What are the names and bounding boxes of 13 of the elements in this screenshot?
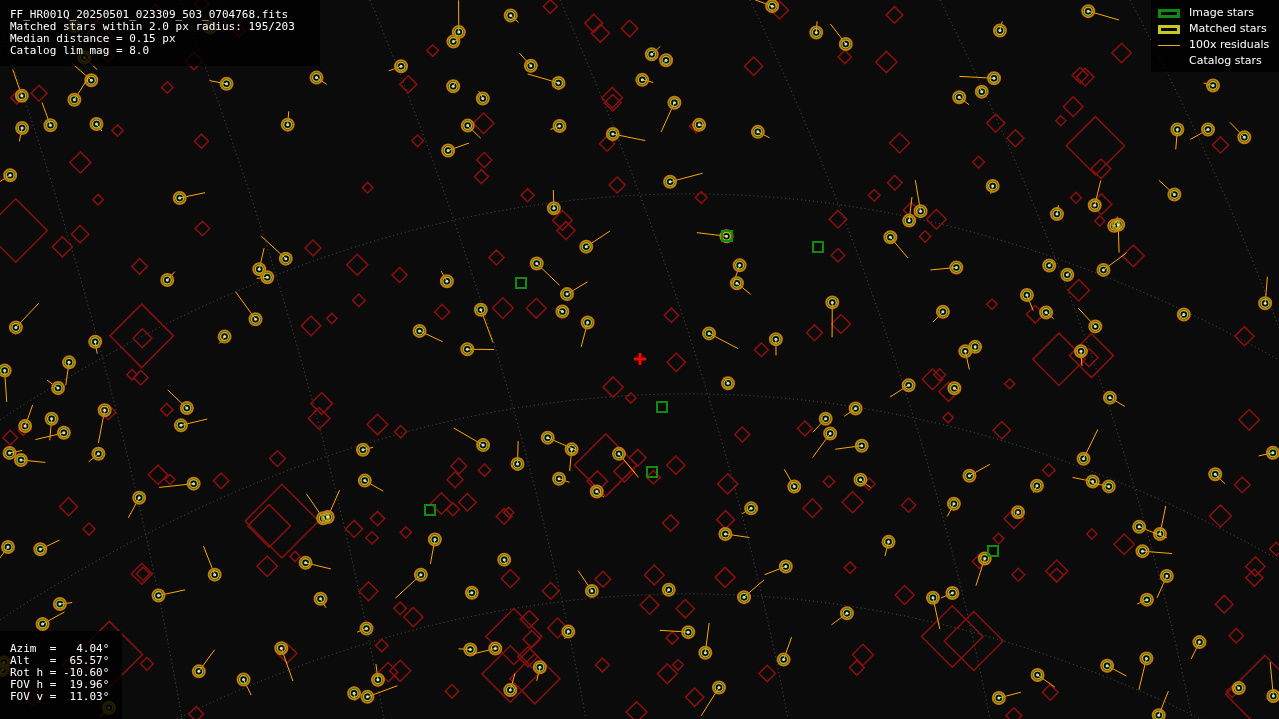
- pointing-text: Rot h = -10.60°: [10, 667, 111, 679]
- info-text: Median distance = 0.15 px: [10, 33, 177, 45]
- legend-label: Image stars: [1189, 4, 1254, 21]
- info-text: FF_HR001Q_20250501_023309_503_0704768.fits: [10, 9, 290, 21]
- pointing-text: Azim = 4.04°: [10, 643, 111, 655]
- info-text: Catalog lim mag = 8.0: [10, 45, 151, 57]
- pointing-text: Alt = 65.57°: [10, 655, 111, 667]
- legend-label: Matched stars: [1189, 20, 1267, 37]
- pointing-text: FOV h = 19.96°: [10, 679, 111, 691]
- legend-label: 100x residuals: [1189, 36, 1270, 53]
- legend-label: Catalog stars: [1189, 52, 1262, 69]
- info-text: Matched stars within 2.0 px radius: 195/203: [10, 21, 296, 33]
- pointing-text: FOV v = 11.03°: [10, 691, 111, 703]
